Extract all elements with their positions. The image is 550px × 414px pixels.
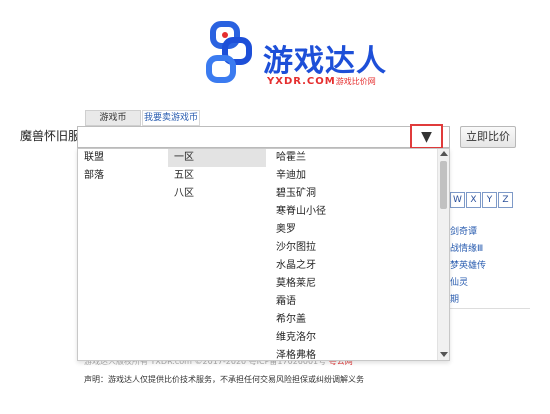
server-item[interactable]: 碧玉矿洞 xyxy=(276,185,438,203)
logo-mark-icon xyxy=(206,21,252,83)
faction-item[interactable]: 部落 xyxy=(78,167,168,185)
triangle-down-icon: ▼ xyxy=(421,128,432,145)
scroll-up-arrow-icon[interactable] xyxy=(440,151,448,156)
server-item[interactable]: 哈霍兰 xyxy=(276,149,438,167)
zone-item-selected[interactable]: 一区 xyxy=(168,149,266,167)
scroll-thumb[interactable] xyxy=(440,161,447,209)
zone-item[interactable]: 八区 xyxy=(168,185,276,203)
logo-subtitle: YXDR.COM游戏比价网 xyxy=(267,76,376,87)
server-column: 哈霍兰 辛迪加 碧玉矿洞 寒脊山小径 奥罗 沙尔图拉 水晶之牙 莫格莱尼 霜语 … xyxy=(276,149,438,360)
logo-tagline: 游戏比价网 xyxy=(335,77,376,86)
site-logo[interactable]: 游戏达人 YXDR.COM游戏比价网 xyxy=(205,18,415,90)
game-link[interactable]: 战情缘Ⅲ xyxy=(450,241,483,254)
letter-w[interactable]: W xyxy=(450,192,465,208)
faction-item[interactable]: 联盟 xyxy=(78,149,168,167)
game-link[interactable]: 期 xyxy=(450,292,459,305)
zone-item[interactable]: 五区 xyxy=(168,167,276,185)
game-link[interactable]: 剑奇谭 xyxy=(450,224,477,237)
server-item[interactable]: 维克洛尔 xyxy=(276,329,438,347)
dropdown-toggle-button[interactable]: ▼ xyxy=(410,124,443,149)
server-item[interactable]: 沙尔图拉 xyxy=(276,239,438,257)
scroll-down-arrow-icon[interactable] xyxy=(440,352,448,357)
compare-price-button[interactable]: 立即比价 xyxy=(460,126,516,148)
game-link[interactable]: 梦英雄传 xyxy=(450,258,486,271)
server-item[interactable]: 水晶之牙 xyxy=(276,257,438,275)
footer-statement: 声明：游戏达人仅提供比价技术服务，不承担任何交易风险担保或纠纷调解义务 xyxy=(84,375,364,384)
server-item[interactable]: 寒脊山小径 xyxy=(276,203,438,221)
letter-x[interactable]: X xyxy=(466,192,481,208)
server-item[interactable]: 莫格莱尼 xyxy=(276,275,438,293)
logo-title: 游戏达人 xyxy=(263,44,387,79)
game-name-label: 魔兽怀旧服 xyxy=(20,129,81,143)
zone-column: 一区 五区 八区 xyxy=(168,149,276,203)
letter-y[interactable]: Y xyxy=(482,192,497,208)
tab-game-coin[interactable]: 游戏币 xyxy=(85,110,141,126)
letter-z[interactable]: Z xyxy=(498,192,513,208)
server-dropdown-panel: 联盟 部落 一区 五区 八区 哈霍兰 辛迪加 碧玉矿洞 寒脊山小径 奥罗 沙尔图… xyxy=(77,148,450,361)
tab-sell-coin[interactable]: 我要卖游戏币 xyxy=(142,110,200,126)
divider xyxy=(450,308,530,309)
server-item[interactable]: 辛迪加 xyxy=(276,167,438,185)
server-item[interactable]: 霜语 xyxy=(276,293,438,311)
server-item[interactable]: 奥罗 xyxy=(276,221,438,239)
server-item[interactable]: 希尔盖 xyxy=(276,311,438,329)
server-item[interactable]: 泽格弗格 xyxy=(276,347,438,360)
logo-domain: YXDR.COM xyxy=(267,76,336,87)
faction-column: 联盟 部落 xyxy=(78,149,168,185)
server-selector[interactable] xyxy=(77,126,450,148)
letter-index: W X Y Z xyxy=(450,192,514,208)
game-link[interactable]: 仙灵 xyxy=(450,275,468,288)
server-list-scrollbar[interactable] xyxy=(437,149,449,360)
